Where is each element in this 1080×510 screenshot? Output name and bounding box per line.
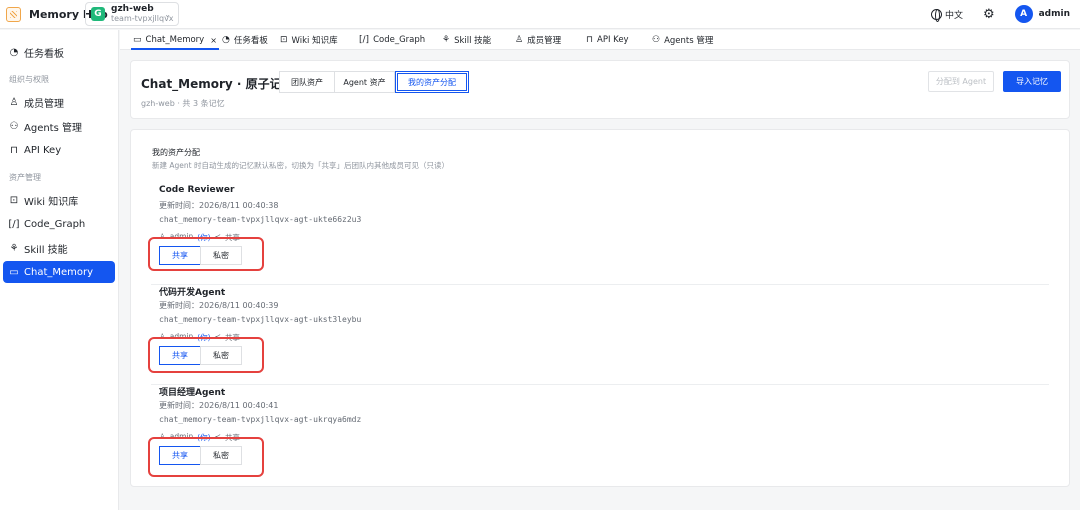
tab-members[interactable]: ♙ 成员管理 — [515, 30, 561, 50]
app-logo-icon — [6, 6, 21, 22]
lock-icon: ⊓ — [10, 144, 18, 156]
tab-bar: ▭ Chat_Memory × ◔ 任务看板 ⊡ Wiki 知识库 [/] Co… — [120, 30, 1080, 50]
sidebar-item-members[interactable]: ♙ 成员管理 — [3, 91, 115, 113]
globe-icon — [930, 8, 942, 22]
entry-updated: 更新时间：2026/8/11 00:40:41 — [159, 401, 279, 410]
entry-updated: 更新时间：2026/8/11 00:40:39 — [159, 301, 279, 310]
bookmark-icon: ⊡ — [280, 35, 288, 45]
sidebar-item-chat-memory[interactable]: ▭ Chat_Memory — [3, 261, 115, 283]
tab-chat-memory[interactable]: ▭ Chat_Memory × — [131, 30, 219, 50]
code-icon: [/] — [8, 218, 20, 230]
entry-id: chat_memory-team-tvpxjllqvx-agt-ukrqya6m… — [159, 415, 362, 424]
entry-name: 代码开发Agent — [159, 288, 226, 298]
list-item: 项目经理Agent 更新时间：2026/8/11 00:40:41 chat_m… — [151, 385, 1049, 485]
user-name[interactable]: admin — [1039, 9, 1070, 19]
tab-agents[interactable]: ⚇ Agents 管理 — [652, 30, 713, 50]
sidebar-item-api-key[interactable]: ⊓ API Key — [3, 139, 115, 161]
entry-name: 项目经理Agent — [159, 388, 226, 398]
segment-my-assets[interactable]: 我的资产分配 — [395, 71, 469, 93]
dashboard-icon: ◔ — [222, 35, 230, 45]
import-memory-button[interactable]: 导入记忆 — [1003, 71, 1061, 92]
segment-team-assets[interactable]: 团队资产 — [279, 71, 335, 93]
tab-code-graph[interactable]: [/] Code_Graph — [359, 30, 425, 50]
highlight-box — [148, 437, 264, 477]
sidebar-item-agents[interactable]: ⚇ Agents 管理 — [3, 115, 115, 137]
users-icon: ⚇ — [9, 120, 19, 132]
language-switch[interactable]: 中文 — [930, 8, 963, 22]
tab-dashboard[interactable]: ◔ 任务看板 — [222, 30, 268, 50]
language-label: 中文 — [944, 10, 963, 21]
puzzle-icon: ⚘ — [9, 242, 19, 254]
entry-updated: 更新时间：2026/8/11 00:40:38 — [159, 201, 279, 210]
team-switcher[interactable]: G gzh-web team-tvpxjllqvx ⌄ — [85, 2, 179, 26]
entry-id: chat_memory-team-tvpxjllqvx-agt-ukte66z2… — [159, 215, 362, 224]
team-avatar: G — [91, 7, 105, 21]
list-item: Code Reviewer 更新时间：2026/8/11 00:40:38 ch… — [151, 185, 1049, 285]
assets-card: 我的资产分配 新建 Agent 时自动生成的记忆默认私密，切换为「共享」后团队内… — [130, 129, 1070, 487]
avatar[interactable]: A — [1014, 5, 1033, 23]
segment-agent-assets[interactable]: Agent 资产 — [335, 71, 395, 93]
entry-name: Code Reviewer — [159, 185, 235, 195]
chat-icon: ▭ — [133, 35, 142, 45]
gear-icon[interactable]: ⚙ — [983, 7, 995, 22]
lock-icon: ⊓ — [586, 35, 594, 45]
chat-icon: ▭ — [9, 266, 19, 278]
list-item: 代码开发Agent 更新时间：2026/8/11 00:40:39 chat_m… — [151, 285, 1049, 385]
assign-to-agent-button[interactable]: 分配到 Agent — [928, 71, 994, 92]
user-icon: ♙ — [9, 96, 19, 108]
top-bar: Memory Hub G gzh-web team-tvpxjllqvx ⌄ 中… — [0, 0, 1080, 29]
header-card: Chat_Memory · 原子记忆块 团队资产 Agent 资产 我的资产分配… — [130, 60, 1070, 119]
dashboard-icon: ◔ — [9, 46, 19, 58]
sidebar-group-org: 组织与权限 — [9, 75, 49, 84]
highlight-box — [148, 237, 264, 271]
user-icon: ♙ — [515, 35, 524, 45]
code-icon: [/] — [359, 35, 370, 45]
users-icon: ⚇ — [652, 35, 661, 45]
bookmark-icon: ⊡ — [9, 194, 19, 206]
section-title: 我的资产分配 — [152, 148, 200, 157]
entry-id: chat_memory-team-tvpxjllqvx-agt-ukst3ley… — [159, 315, 362, 324]
section-description: 新建 Agent 时自动生成的记忆默认私密，切换为「共享」后团队内其他成员可见（… — [152, 161, 449, 170]
puzzle-icon: ⚘ — [442, 35, 451, 45]
sidebar: ◔ 任务看板 组织与权限 ♙ 成员管理 ⚇ Agents 管理 ⊓ API Ke… — [0, 30, 119, 510]
highlight-box — [148, 337, 264, 373]
tab-wiki[interactable]: ⊡ Wiki 知识库 — [280, 30, 338, 50]
tab-skill[interactable]: ⚘ Skill 技能 — [442, 30, 491, 50]
sidebar-item-code-graph[interactable]: [/] Code_Graph — [3, 213, 115, 235]
page-subtitle: gzh-web · 共 3 条记忆 — [141, 99, 225, 108]
sidebar-item-skill[interactable]: ⚘ Skill 技能 — [3, 237, 115, 259]
chevron-down-icon: ⌄ — [164, 10, 171, 19]
close-icon[interactable]: × — [210, 36, 217, 45]
tab-api-key[interactable]: ⊓ API Key — [586, 30, 629, 50]
sidebar-item-dashboard[interactable]: ◔ 任务看板 — [3, 41, 115, 63]
sidebar-item-wiki[interactable]: ⊡ Wiki 知识库 — [3, 189, 115, 211]
sidebar-group-assets: 资产管理 — [9, 173, 41, 182]
